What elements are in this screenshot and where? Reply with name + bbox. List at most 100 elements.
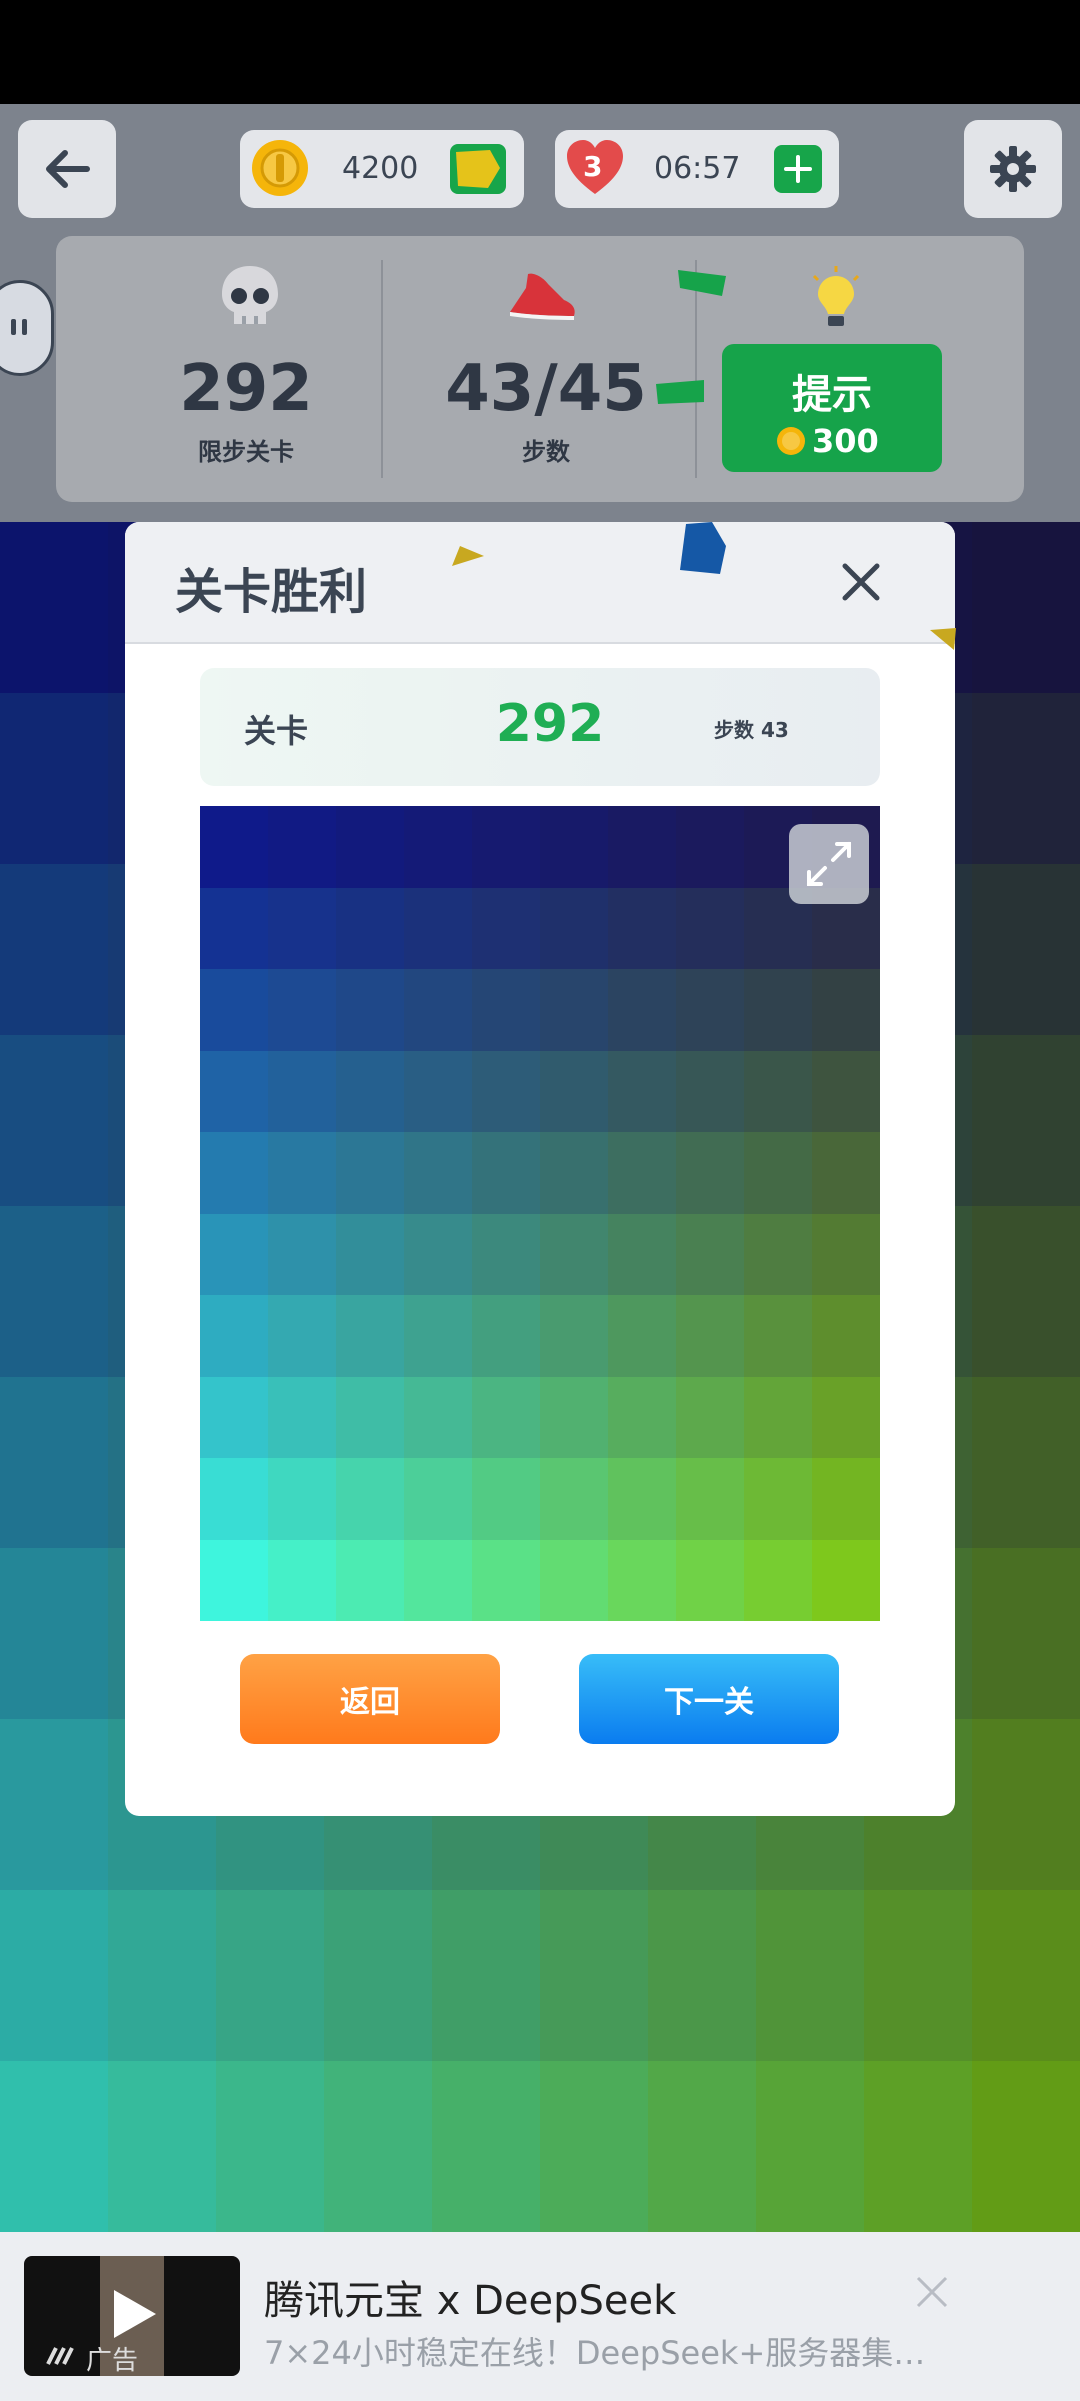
level-label: 关卡 — [244, 712, 309, 750]
color-tile — [744, 1458, 812, 1540]
color-tile — [812, 1132, 880, 1214]
hint-button[interactable]: 提示 300 — [722, 344, 942, 472]
color-tile[interactable] — [756, 1890, 864, 2061]
color-tile[interactable] — [756, 2061, 864, 2232]
ad-close-button[interactable] — [912, 2272, 952, 2312]
color-tile[interactable] — [864, 2061, 972, 2232]
add-life-button[interactable] — [774, 145, 822, 193]
lightbulb-icon — [812, 266, 860, 326]
color-tile — [676, 1295, 744, 1377]
color-tile — [268, 1458, 336, 1540]
hint-label: 提示 — [792, 372, 872, 418]
color-tile — [268, 887, 336, 969]
color-tile — [404, 1050, 472, 1132]
color-tile — [812, 1376, 880, 1458]
coin-count: 4200 — [342, 151, 419, 186]
color-tile — [472, 969, 540, 1051]
add-coins-icon[interactable] — [450, 144, 506, 194]
next-level-button[interactable]: 下一关 — [579, 1654, 839, 1744]
color-tile[interactable] — [972, 864, 1080, 1035]
color-tile — [472, 1295, 540, 1377]
color-tile — [200, 969, 268, 1051]
color-tile — [404, 969, 472, 1051]
coin-counter: 4200 — [240, 130, 524, 208]
color-tile[interactable] — [972, 1719, 1080, 1890]
color-tile[interactable] — [0, 693, 108, 864]
color-tile — [404, 806, 472, 888]
color-tile[interactable] — [0, 1206, 108, 1377]
color-tile[interactable] — [972, 2061, 1080, 2232]
color-tile[interactable] — [648, 2061, 756, 2232]
color-tile[interactable] — [432, 2061, 540, 2232]
ad-thumbnail[interactable]: 广告 — [24, 2256, 240, 2376]
color-tile[interactable] — [0, 1377, 108, 1548]
expand-icon — [807, 842, 851, 886]
return-button[interactable]: 返回 — [240, 1654, 500, 1744]
color-tile — [676, 1458, 744, 1540]
color-tile — [744, 1050, 812, 1132]
color-tile — [336, 806, 404, 888]
timer: 06:57 — [654, 151, 741, 186]
settings-button[interactable] — [964, 120, 1062, 218]
color-tile[interactable] — [0, 864, 108, 1035]
color-tile[interactable] — [972, 1548, 1080, 1719]
ad-tag: 广告 — [86, 2346, 139, 2376]
color-tile — [608, 1458, 676, 1540]
color-tile — [676, 969, 744, 1051]
color-tile — [404, 887, 472, 969]
color-tile — [676, 1539, 744, 1621]
color-tile[interactable] — [972, 693, 1080, 864]
level-summary: 关卡 292 步数 43 — [200, 668, 880, 786]
color-tile — [268, 1539, 336, 1621]
confetti-piece — [930, 628, 956, 650]
color-tile[interactable] — [972, 1206, 1080, 1377]
color-tile — [676, 806, 744, 888]
color-tile — [200, 1458, 268, 1540]
expand-button[interactable] — [789, 824, 869, 904]
color-tile — [200, 1213, 268, 1295]
dialog-header: 关卡胜利 — [125, 522, 955, 644]
color-tile[interactable] — [972, 1377, 1080, 1548]
close-button[interactable] — [831, 552, 891, 612]
color-tile[interactable] — [0, 522, 108, 693]
level-number: 292 — [179, 352, 313, 426]
color-tile[interactable] — [540, 1890, 648, 2061]
color-tile[interactable] — [0, 1719, 108, 1890]
color-tile[interactable] — [0, 2061, 108, 2232]
color-tile[interactable] — [0, 1548, 108, 1719]
color-tile[interactable] — [216, 1890, 324, 2061]
color-tile — [540, 969, 608, 1051]
lives-timer: 3 06:57 — [555, 130, 839, 208]
color-tile[interactable] — [864, 1890, 972, 2061]
color-tile[interactable] — [972, 1890, 1080, 2061]
plus-icon — [784, 155, 812, 183]
ad-banner[interactable]: 广告 腾讯元宝 x DeepSeek 7×24小时稳定在线！DeepSeek+服… — [0, 2232, 1080, 2401]
color-tile[interactable] — [324, 2061, 432, 2232]
hint-cost: 300 — [812, 422, 879, 460]
color-tile[interactable] — [972, 1035, 1080, 1206]
color-tile[interactable] — [0, 1890, 108, 2061]
back-arrow-button[interactable] — [18, 120, 116, 218]
pause-handle[interactable] — [0, 280, 54, 376]
color-tile — [404, 1213, 472, 1295]
color-tile[interactable] — [216, 2061, 324, 2232]
color-tile[interactable] — [540, 2061, 648, 2232]
color-tile[interactable] — [648, 1890, 756, 2061]
color-tile — [336, 1050, 404, 1132]
color-tile — [200, 1295, 268, 1377]
color-tile — [200, 1050, 268, 1132]
color-tile[interactable] — [108, 2061, 216, 2232]
color-tile — [336, 1458, 404, 1540]
color-tile — [404, 1376, 472, 1458]
color-tile — [200, 806, 268, 888]
color-tile — [744, 1539, 812, 1621]
color-tile[interactable] — [0, 1035, 108, 1206]
color-tile — [744, 1376, 812, 1458]
color-tile[interactable] — [972, 522, 1080, 693]
color-tile[interactable] — [108, 1890, 216, 2061]
tencent-logo-icon — [46, 2347, 74, 2365]
color-tile[interactable] — [432, 1890, 540, 2061]
color-tile[interactable] — [324, 1890, 432, 2061]
color-tile — [540, 1376, 608, 1458]
color-tile — [336, 1539, 404, 1621]
